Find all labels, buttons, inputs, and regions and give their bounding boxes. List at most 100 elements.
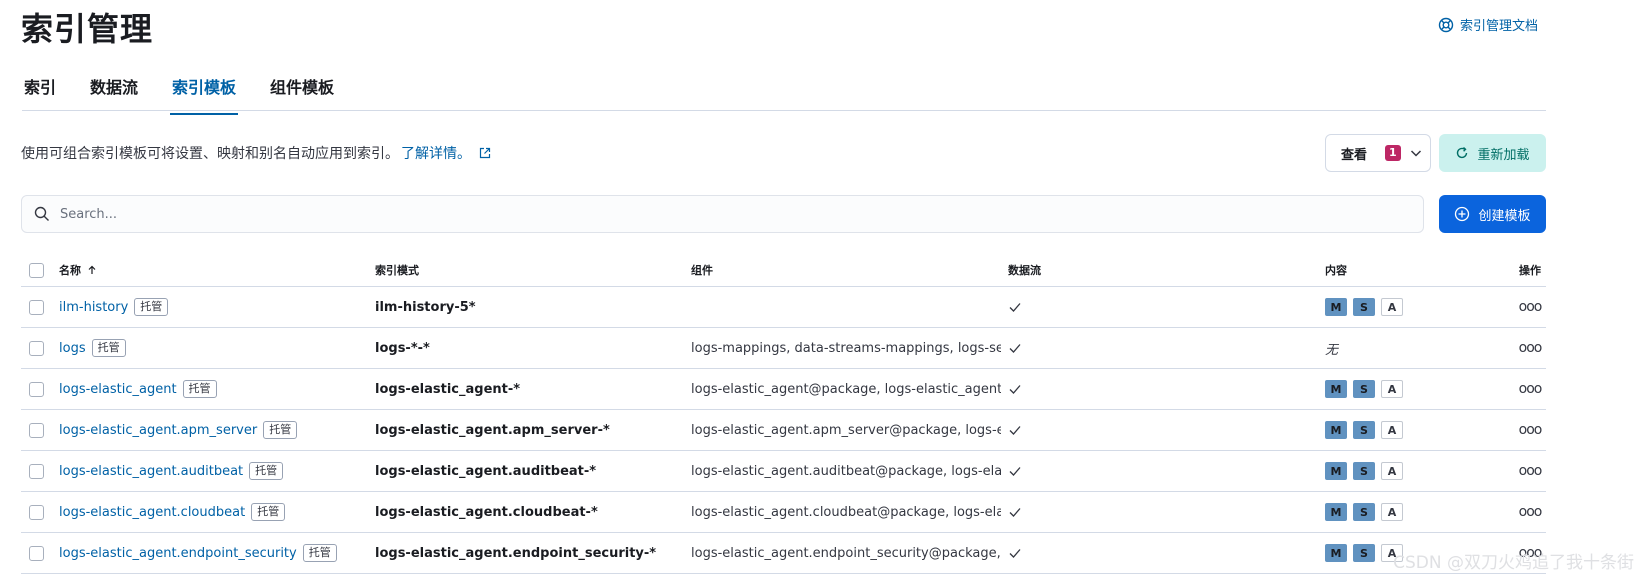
more-actions-icon[interactable]: ooo xyxy=(1519,300,1543,314)
check-icon xyxy=(1009,303,1021,312)
components-cell: logs-elastic_agent@package, logs-elastic… xyxy=(691,381,1001,397)
aliases-tag: A xyxy=(1381,421,1403,439)
search-input[interactable] xyxy=(60,206,1360,222)
aliases-tag: A xyxy=(1381,380,1403,398)
learn-more-link[interactable]: 了解详情。 xyxy=(401,143,471,163)
template-name-link[interactable]: logs-elastic_agent.endpoint_security xyxy=(59,546,297,561)
content-cell: M S A xyxy=(1325,451,1475,491)
components-cell: logs-elastic_agent.endpoint_security@pac… xyxy=(691,545,1001,561)
tab-bar: 索引 数据流 索引模板 组件模板 xyxy=(22,70,1546,115)
help-icon xyxy=(1438,17,1454,32)
aliases-tag: A xyxy=(1381,298,1403,316)
index-pattern-cell: logs-elastic_agent.endpoint_security-* xyxy=(375,545,657,561)
reload-button[interactable]: 重新加载 xyxy=(1439,134,1546,172)
create-button-label: 创建模板 xyxy=(1478,208,1531,224)
data-stream-cell xyxy=(1008,410,1208,450)
description-text: 使用可组合索引模板可将设置、映射和别名自动应用到索引。 xyxy=(21,146,399,162)
managed-badge: 托管 xyxy=(91,339,126,357)
refresh-icon xyxy=(1457,146,1468,159)
template-name-link[interactable]: logs-elastic_agent.cloudbeat xyxy=(59,505,245,520)
template-name-link[interactable]: logs-elastic_agent.apm_server xyxy=(59,423,257,438)
row-checkbox-cell xyxy=(29,369,47,409)
template-name-cell: logs-elastic_agent.apm_server 托管 xyxy=(59,410,369,450)
more-actions-icon[interactable]: ooo xyxy=(1519,341,1543,355)
header-data-stream: 数据流 xyxy=(1008,264,1041,277)
header-index-pattern: 索引模式 xyxy=(375,264,419,277)
managed-badge: 托管 xyxy=(134,298,169,316)
row-checkbox[interactable] xyxy=(29,299,44,315)
row-checkbox-cell xyxy=(29,533,47,573)
tab-index-templates[interactable]: 索引模板 xyxy=(170,70,239,115)
view-button-label: 查看 xyxy=(1341,147,1368,163)
index-pattern-cell: logs-elastic_agent.cloudbeat-* xyxy=(375,504,598,520)
template-name-cell: logs-elastic_agent.cloudbeat 托管 xyxy=(59,492,369,532)
tab-component-templates[interactable]: 组件模板 xyxy=(268,70,336,110)
index-pattern-cell: logs-elastic_agent.auditbeat-* xyxy=(375,463,597,479)
managed-badge: 托管 xyxy=(249,462,284,480)
settings-tag: S xyxy=(1353,544,1375,562)
page-description: 使用可组合索引模板可将设置、映射和别名自动应用到索引。 了解详情。 xyxy=(21,143,491,163)
template-name-cell: logs-elastic_agent.auditbeat 托管 xyxy=(59,451,369,491)
content-cell: M S A xyxy=(1325,492,1475,532)
data-stream-cell xyxy=(1008,451,1208,491)
header-actions: 操作 xyxy=(1519,264,1541,277)
settings-tag: S xyxy=(1353,298,1375,316)
components-cell: logs-mappings, data-streams-mappings, lo… xyxy=(691,340,1001,356)
actions-cell: ooo xyxy=(1515,287,1545,327)
header-components: 组件 xyxy=(691,264,713,277)
check-icon xyxy=(1009,426,1021,435)
table-row: logs-elastic_agent.endpoint_security 托管 … xyxy=(21,533,1546,574)
actions-cell: ooo xyxy=(1515,369,1545,409)
more-actions-icon[interactable]: ooo xyxy=(1519,505,1543,519)
components-cell xyxy=(691,287,1001,327)
content-cell: 无 xyxy=(1325,328,1475,368)
template-name-link[interactable]: logs-elastic_agent xyxy=(59,382,177,397)
docs-link[interactable]: 索引管理文档 xyxy=(1438,15,1538,34)
row-checkbox-cell xyxy=(29,410,47,450)
watermark: CSDN @双刀火鸡追了我十条街 xyxy=(1393,553,1634,573)
mappings-tag: M xyxy=(1325,380,1347,398)
components-cell: logs-elastic_agent.auditbeat@package, lo… xyxy=(691,463,1001,479)
template-name-link[interactable]: ilm-history xyxy=(59,300,128,315)
row-checkbox-cell xyxy=(29,328,47,368)
header-name[interactable]: 名称 xyxy=(59,254,369,286)
tab-indices[interactable]: 索引 xyxy=(22,70,58,110)
plus-circle-icon xyxy=(1455,206,1470,222)
managed-badge: 托管 xyxy=(302,544,337,562)
search-box[interactable] xyxy=(21,195,1424,233)
index-pattern-cell: logs-elastic_agent.apm_server-* xyxy=(375,422,610,438)
view-button[interactable]: 查看 1 xyxy=(1325,134,1431,172)
more-actions-icon[interactable]: ooo xyxy=(1519,382,1543,396)
row-checkbox[interactable] xyxy=(29,381,44,397)
more-actions-icon[interactable]: ooo xyxy=(1519,423,1543,437)
actions-cell: ooo xyxy=(1515,328,1545,368)
select-all-checkbox[interactable] xyxy=(29,262,44,278)
aliases-tag: A xyxy=(1381,462,1403,480)
row-checkbox[interactable] xyxy=(29,422,44,438)
template-name-link[interactable]: logs-elastic_agent.auditbeat xyxy=(59,464,243,479)
template-name-link[interactable]: logs xyxy=(59,341,86,356)
managed-badge: 托管 xyxy=(263,421,298,439)
row-checkbox[interactable] xyxy=(29,463,44,479)
table-row: ilm-history 托管 ilm-history-5* M S A ooo xyxy=(21,287,1546,328)
table-header: 名称 索引模式 组件 数据流 内容 操作 xyxy=(21,254,1546,287)
mappings-tag: M xyxy=(1325,462,1347,480)
header-name-label: 名称 xyxy=(59,264,81,277)
tab-data-streams[interactable]: 数据流 xyxy=(88,70,140,110)
mappings-tag: M xyxy=(1325,298,1347,316)
check-icon xyxy=(1009,508,1021,517)
more-actions-icon[interactable]: ooo xyxy=(1519,464,1543,478)
mappings-tag: M xyxy=(1325,544,1347,562)
settings-tag: S xyxy=(1353,421,1375,439)
data-stream-cell xyxy=(1008,533,1208,573)
row-checkbox[interactable] xyxy=(29,340,44,356)
check-icon xyxy=(1009,385,1021,394)
row-checkbox[interactable] xyxy=(29,545,44,561)
create-template-button[interactable]: 创建模板 xyxy=(1439,195,1546,233)
row-checkbox[interactable] xyxy=(29,504,44,520)
table-row: logs-elastic_agent.apm_server 托管 logs-el… xyxy=(21,410,1546,451)
mappings-tag: M xyxy=(1325,503,1347,521)
actions-cell: ooo xyxy=(1515,492,1545,532)
reload-button-label: 重新加载 xyxy=(1477,147,1530,163)
index-pattern-cell: ilm-history-5* xyxy=(375,299,476,315)
